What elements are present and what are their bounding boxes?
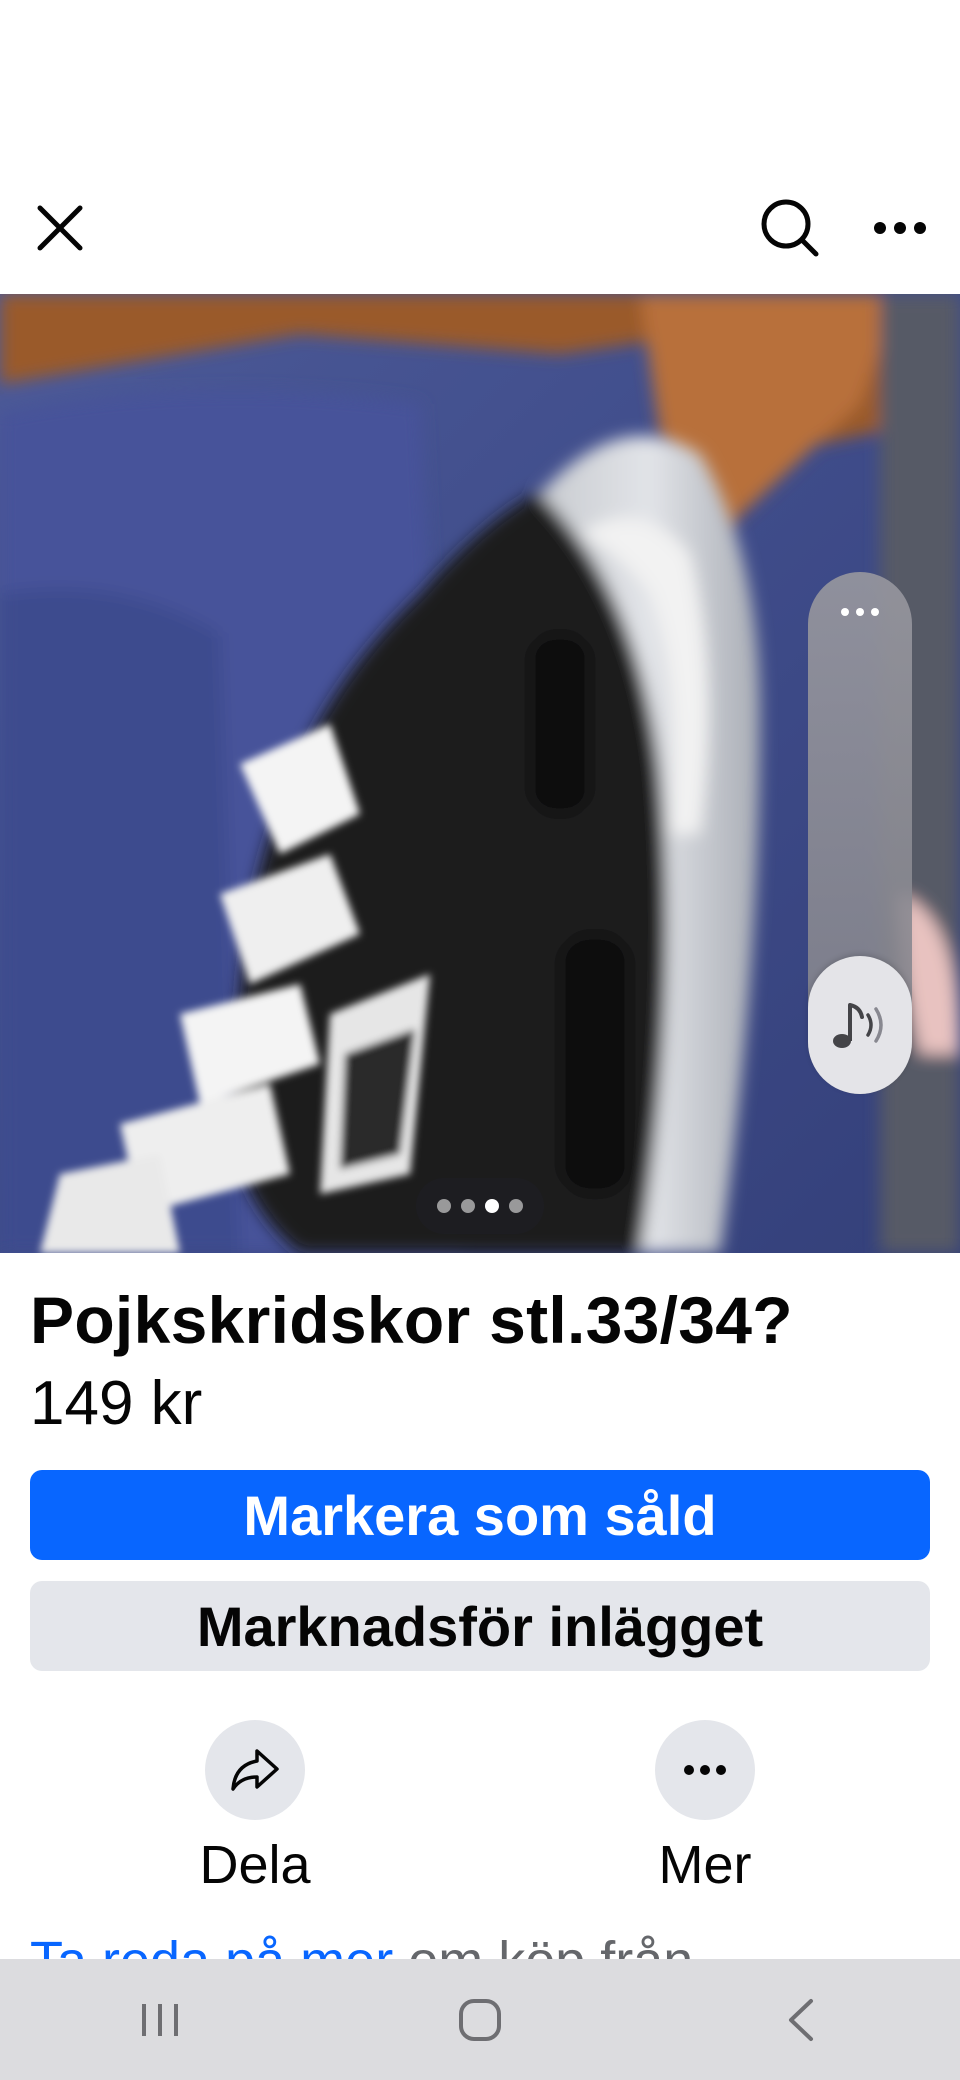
sound-panel-menu-button[interactable] (808, 592, 912, 632)
search-icon (761, 199, 819, 257)
image-pager (416, 1178, 544, 1234)
mark-as-sold-button[interactable]: Markera som såld (30, 1470, 930, 1560)
back-button[interactable] (740, 1970, 860, 2070)
pager-dot (509, 1199, 523, 1213)
close-icon (37, 205, 83, 251)
more-label: Mer (658, 1835, 752, 1895)
more-action[interactable]: Mer (605, 1720, 805, 1896)
share-button[interactable] (205, 1720, 305, 1820)
pager-dot (437, 1199, 451, 1213)
close-button[interactable] (12, 180, 108, 276)
more-options-button[interactable] (852, 180, 948, 276)
music-note-sound-icon (833, 1003, 883, 1048)
pager-dot (461, 1199, 475, 1213)
share-action[interactable]: Dela (155, 1720, 355, 1896)
listing-price: 149 kr (30, 1369, 203, 1438)
more-horizontal-icon (874, 222, 926, 234)
pager-dot-active (485, 1199, 499, 1213)
home-icon (459, 1998, 501, 2041)
more-horizontal-icon (841, 608, 879, 616)
share-label: Dela (199, 1835, 311, 1895)
home-button[interactable] (420, 1970, 540, 2070)
sound-toggle-button[interactable] (808, 956, 912, 1094)
share-icon (231, 1749, 279, 1791)
listing-title: Pojkskridskor stl.33/34? (30, 1283, 793, 1357)
sound-panel[interactable] (808, 572, 912, 1094)
search-button[interactable] (742, 180, 838, 276)
back-icon (789, 1998, 813, 2041)
status-bar-area (0, 0, 960, 150)
recent-apps-icon (142, 2003, 178, 2036)
recent-apps-button[interactable] (100, 1970, 220, 2070)
promote-listing-button[interactable]: Marknadsför inlägget (30, 1581, 930, 1671)
more-button[interactable] (655, 1720, 755, 1820)
more-horizontal-icon (684, 1765, 726, 1775)
system-navigation-bar (0, 1959, 960, 2080)
